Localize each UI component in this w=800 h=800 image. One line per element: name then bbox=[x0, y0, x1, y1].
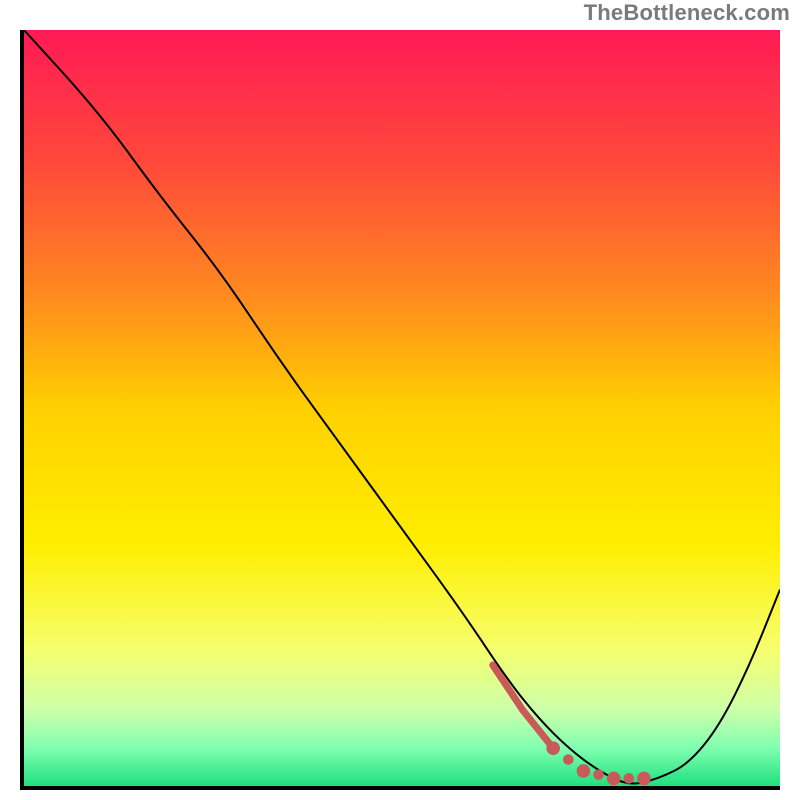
curve-layer bbox=[24, 30, 780, 786]
highlight-curve-path bbox=[493, 665, 553, 748]
main-curve-path bbox=[24, 30, 780, 783]
highlight-dots bbox=[546, 741, 650, 785]
highlight-dot bbox=[624, 773, 635, 784]
chart-container: TheBottleneck.com bbox=[0, 0, 800, 800]
watermark-text: TheBottleneck.com bbox=[584, 0, 790, 26]
highlight-dot bbox=[593, 769, 604, 780]
plot-area bbox=[20, 30, 780, 790]
highlight-dot bbox=[546, 741, 560, 755]
highlight-dot bbox=[563, 754, 574, 765]
highlight-dot bbox=[607, 772, 621, 786]
highlight-dot bbox=[637, 772, 651, 786]
highlight-dot bbox=[577, 764, 591, 778]
